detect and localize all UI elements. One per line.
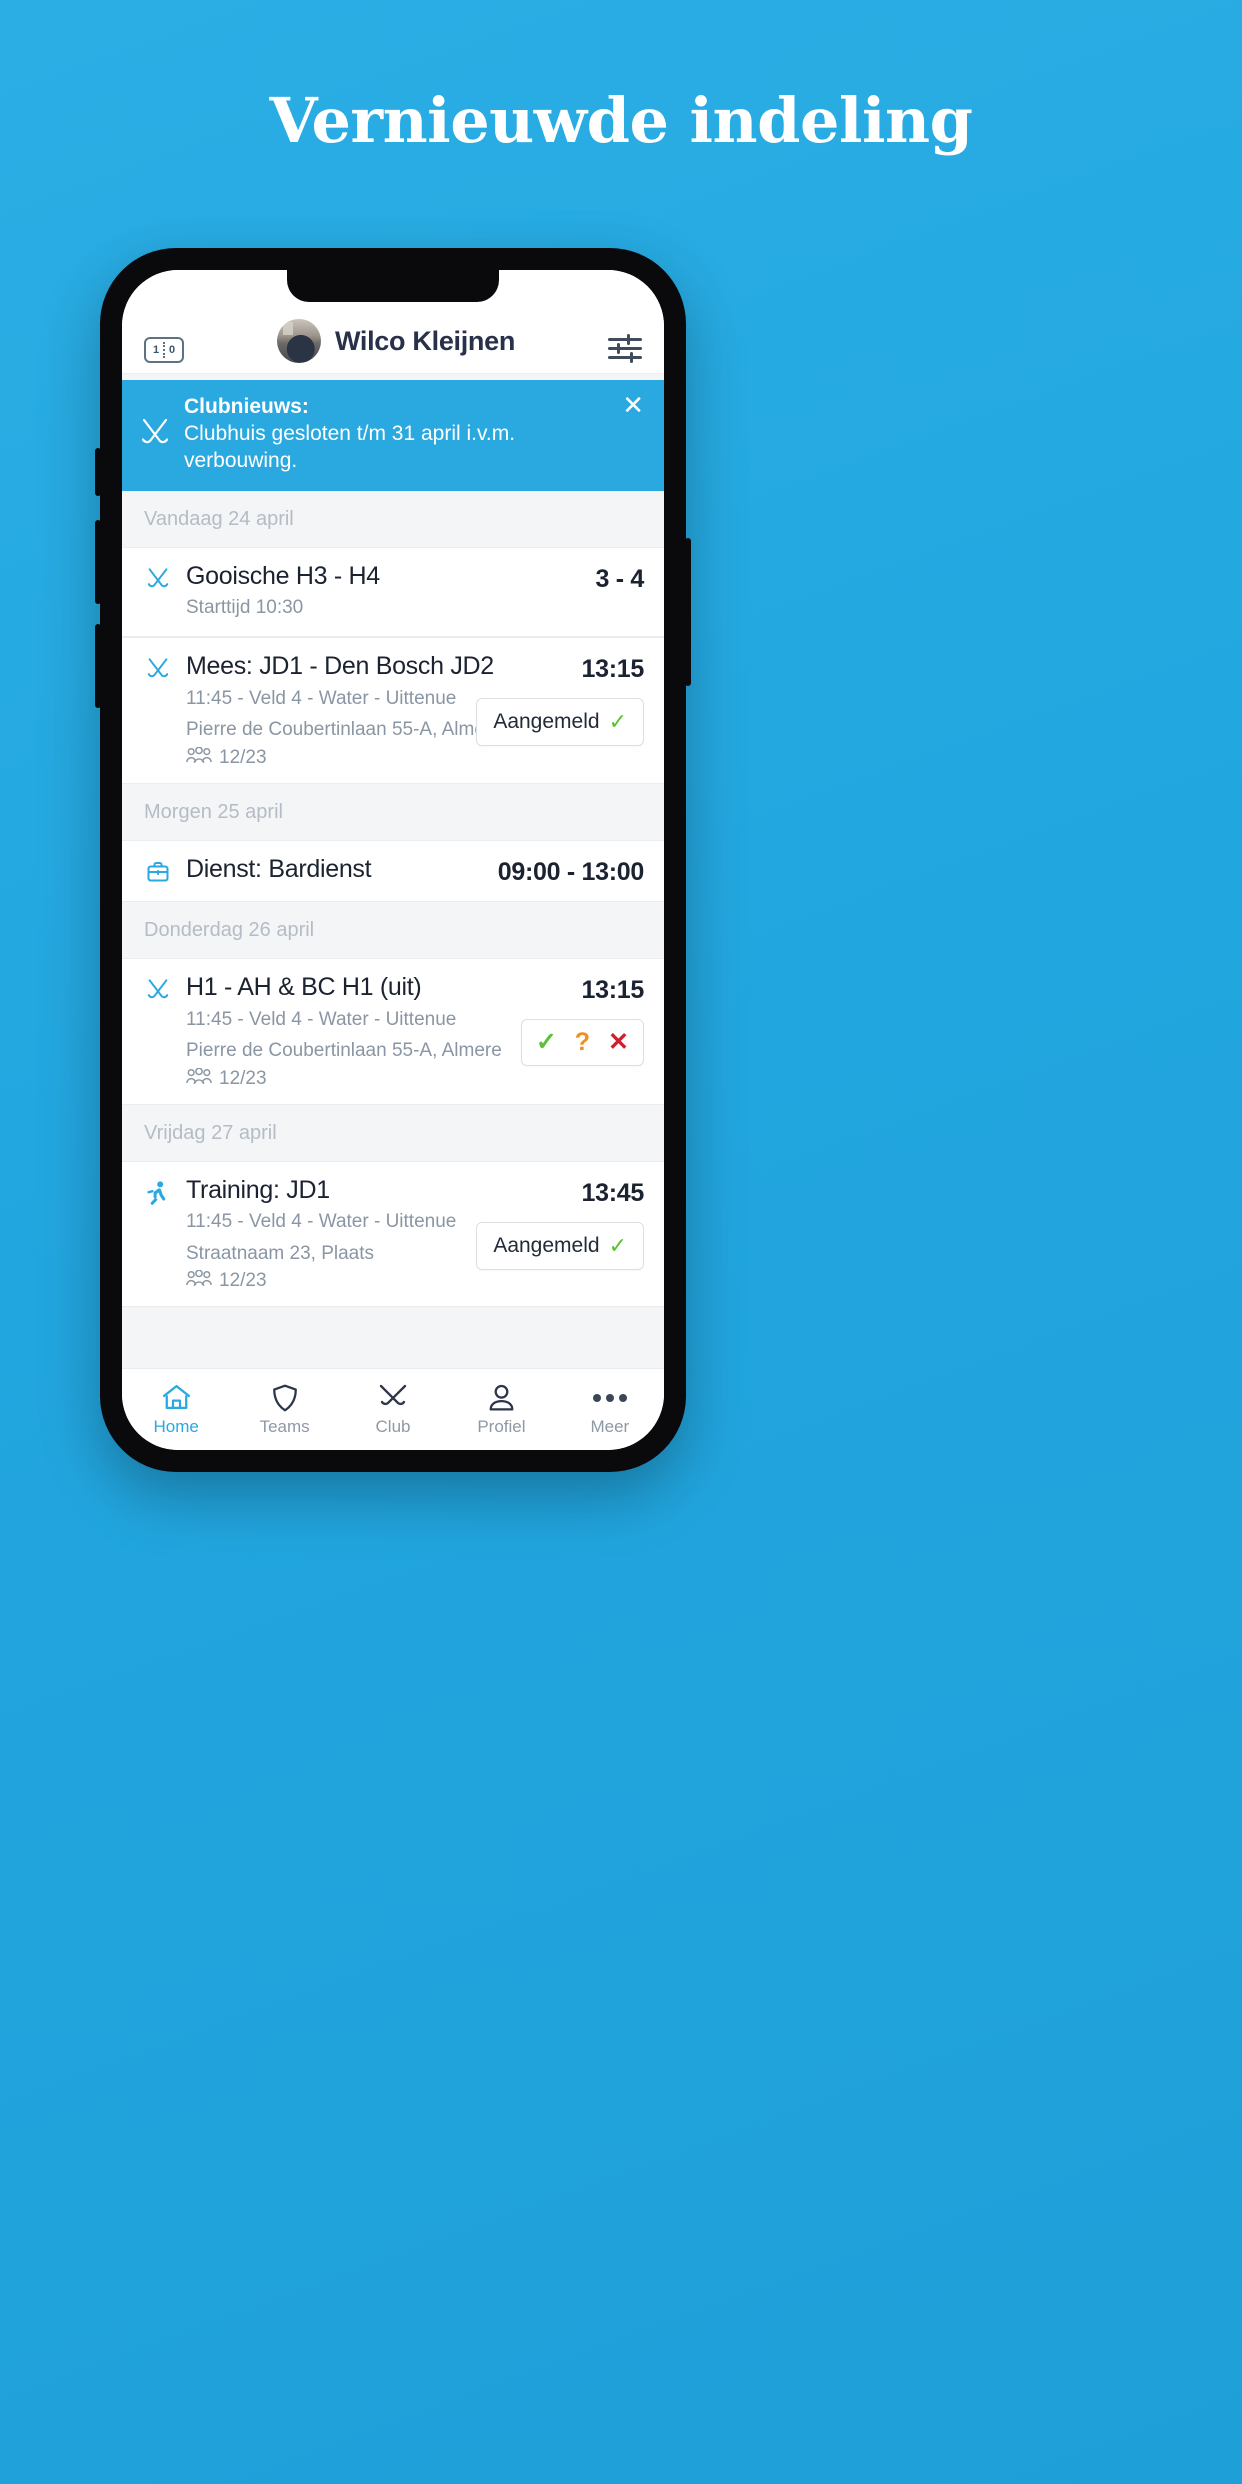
list-item[interactable]: Dienst: Bardienst 09:00 - 13:00 [122,839,664,902]
avatar[interactable] [276,319,321,363]
crossed-hockey-sticks-icon [378,1383,408,1413]
event-right: 13:15 ✓ ? ✕ [520,973,645,1066]
phone-mute-switch [95,448,101,496]
event-right: 09:00 - 13:00 [497,855,645,887]
status-badge[interactable]: Aangemeld ✓ [476,697,644,746]
event-details: Dienst: Bardienst [186,855,484,884]
tab-teams[interactable]: Teams [230,1383,338,1437]
event-details: H1 - AH & BC H1 (uit) 11:45 - Veld 4 - W… [186,973,507,1090]
club-news-message: Clubhuis gesloten t/m 31 april i.v.m. ve… [184,421,516,472]
tab-label: Meer [590,1416,630,1436]
status-badge[interactable]: Aangemeld ✓ [476,1221,644,1270]
event-subtitle: 11:45 - Veld 4 - Water - Uittenue [186,1008,457,1030]
phone-device: 1 0 Wilco Kleijnen Clubnieuws: Clubhuis … [95,248,691,1472]
event-details: Gooische H3 - H4 Starttijd 10:30 [186,562,581,622]
day-header: Vandaag 24 april [122,490,664,547]
list-item[interactable]: Gooische H3 - H4 Starttijd 10:30 3 - 4 [122,546,664,637]
phone-notch [287,270,499,302]
page-title: Wilco Kleijnen [334,325,516,356]
people-group-icon [186,1269,212,1292]
event-time: 13:45 [581,1178,645,1207]
tab-club[interactable]: Club [339,1383,447,1437]
tab-label: Profiel [477,1416,526,1436]
crossed-hockey-sticks-icon [140,417,170,451]
club-news-banner[interactable]: Clubnieuws: Clubhuis gesloten t/m 31 apr… [122,380,664,491]
feed-bottom-spacer [122,1307,664,1368]
event-time: 13:15 [581,975,645,1004]
event-attendance: 12/23 [186,1269,462,1292]
event-subtitle: 11:45 - Veld 4 - Water - Uittenue [186,1211,457,1233]
event-details: Training: JD1 11:45 - Veld 4 - Water - U… [186,1176,462,1293]
rsvp-yes-icon[interactable]: ✓ [536,1029,557,1055]
scoreboard-icon[interactable]: 1 0 [144,337,184,363]
list-item[interactable]: Mees: JD1 - Den Bosch JD2 11:45 - Veld 4… [122,636,664,784]
running-person-icon [144,1176,172,1207]
tab-home[interactable]: Home [122,1383,230,1437]
briefcase-duty-icon [144,855,172,884]
crossed-hockey-sticks-icon [144,652,172,683]
shield-icon [272,1383,298,1413]
attendance-count: 12/23 [219,1270,267,1292]
people-group-icon [186,1067,212,1090]
event-score: 3 - 4 [595,564,644,593]
crossed-hockey-sticks-icon [144,562,172,593]
header-user[interactable]: Wilco Kleijnen [184,319,608,363]
crossed-hockey-sticks-icon [144,973,172,1004]
scoreboard-left-score: 1 [152,343,160,356]
day-header: Vrijdag 27 april [122,1104,664,1161]
phone-volume-up-button [95,520,101,604]
event-title: Dienst: Bardienst [186,854,372,883]
event-title: H1 - AH & BC H1 (uit) [186,972,422,1001]
rsvp-no-icon[interactable]: ✕ [608,1029,629,1055]
event-subtitle: Starttijd 10:30 [186,597,304,619]
event-location: Straatnaam 23, Plaats [186,1242,374,1264]
attendance-count: 12/23 [219,1067,267,1089]
phone-volume-down-button [95,624,101,708]
tab-label: Home [153,1416,199,1436]
event-subtitle: 11:45 - Veld 4 - Water - Uittenue [186,687,457,709]
day-header: Donderdag 26 april [122,901,664,958]
event-title: Gooische H3 - H4 [186,561,380,590]
scoreboard-right-score: 0 [168,343,176,356]
phone-screen: 1 0 Wilco Kleijnen Clubnieuws: Clubhuis … [122,270,664,1450]
status-label: Aangemeld [493,709,600,733]
attendance-count: 12/23 [219,746,267,768]
home-icon [162,1383,191,1413]
check-icon: ✓ [608,1232,627,1258]
event-location: Pierre de Coubertinlaan 55-A, Almere [186,719,502,741]
event-title: Mees: JD1 - Den Bosch JD2 [186,651,494,680]
day-header: Morgen 25 april [122,783,664,840]
tab-label: Club [375,1416,411,1436]
scoreboard-divider [163,342,165,358]
list-item[interactable]: Training: JD1 11:45 - Veld 4 - Water - U… [122,1160,664,1308]
event-attendance: 12/23 [186,746,462,769]
event-time: 13:15 [581,654,645,683]
event-time: 09:00 - 13:00 [497,857,645,886]
ellipsis-icon [592,1383,627,1413]
event-right: 3 - 4 [595,562,644,594]
feed-scroll-area[interactable]: Clubnieuws: Clubhuis gesloten t/m 31 apr… [122,374,664,1368]
event-right: 13:15 Aangemeld ✓ [476,652,644,746]
person-icon [488,1383,515,1413]
bottom-navigation: Home Teams Club Profiel Meer [122,1368,664,1450]
status-label: Aangemeld [493,1233,600,1257]
rsvp-maybe-icon[interactable]: ? [575,1029,590,1055]
event-title: Training: JD1 [186,1175,330,1204]
event-attendance: 12/23 [186,1067,507,1090]
people-group-icon [186,746,212,769]
event-location: Pierre de Coubertinlaan 55-A, Almere [186,1040,502,1062]
close-icon[interactable]: ✕ [620,392,646,418]
sliders-filter-icon[interactable] [608,334,642,363]
tab-meer[interactable]: Meer [556,1383,664,1437]
event-details: Mees: JD1 - Den Bosch JD2 11:45 - Veld 4… [186,651,502,769]
club-news-title: Clubnieuws: [184,395,309,418]
check-icon: ✓ [608,708,627,734]
event-right: 13:45 Aangemeld ✓ [476,1176,644,1270]
tab-profiel[interactable]: Profiel [447,1383,555,1437]
list-item[interactable]: H1 - AH & BC H1 (uit) 11:45 - Veld 4 - W… [122,957,664,1105]
rsvp-button-group[interactable]: ✓ ? ✕ [520,1018,644,1066]
tab-label: Teams [259,1416,310,1436]
club-news-text: Clubnieuws: Clubhuis gesloten t/m 31 apr… [184,394,606,475]
poster-title: Vernieuwde indeling [269,84,973,157]
